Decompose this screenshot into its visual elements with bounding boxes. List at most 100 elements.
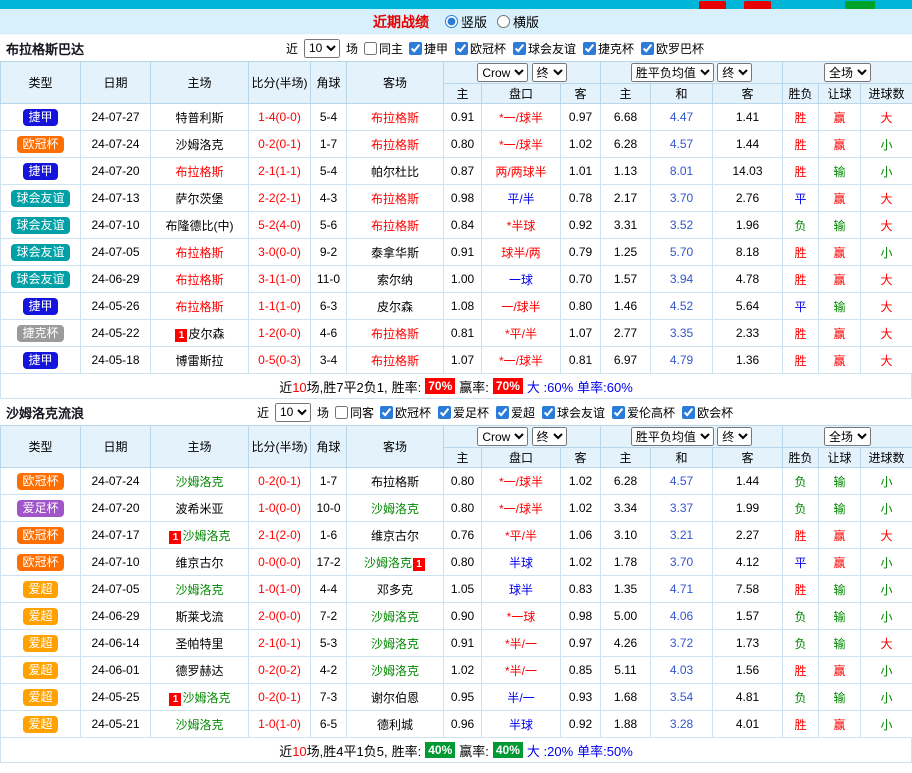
team-link[interactable]: 帕尔杜比 <box>371 165 419 179</box>
league-type-badge[interactable]: 捷甲 <box>23 163 57 180</box>
score[interactable]: 1-0(1-0) <box>249 576 311 603</box>
team-link[interactable]: 布拉格斯 <box>175 165 223 179</box>
team-link[interactable]: 德罗赫达 <box>175 664 223 678</box>
league-filter-checkbox[interactable]: 球会友谊 <box>513 40 576 57</box>
same-side-checkbox[interactable]: 同客 <box>335 404 374 421</box>
team-link[interactable]: 沙姆洛克 <box>364 556 412 570</box>
score[interactable]: 2-1(1-1) <box>249 158 311 185</box>
team-link[interactable]: 布拉格斯 <box>175 273 223 287</box>
league-filter-checkbox[interactable]: 欧冠杯 <box>455 40 506 57</box>
league-type-badge[interactable]: 捷甲 <box>23 298 57 315</box>
league-checkbox-input[interactable] <box>409 42 422 55</box>
avg-odds-select[interactable]: 胜平负均值 <box>631 63 714 82</box>
team-link[interactable]: 沙姆洛克 <box>175 138 223 152</box>
score[interactable]: 3-1(1-0) <box>249 266 311 293</box>
league-filter-checkbox[interactable]: 捷甲 <box>409 40 448 57</box>
score[interactable]: 1-2(0-0) <box>249 320 311 347</box>
team-link[interactable]: 谢尔伯恩 <box>371 691 419 705</box>
score[interactable]: 0-2(0-1) <box>249 684 311 711</box>
team-link[interactable]: 皮尔森 <box>188 327 224 341</box>
score[interactable]: 1-4(0-0) <box>249 104 311 131</box>
league-checkbox-input[interactable] <box>438 406 451 419</box>
team-link[interactable]: 沙姆洛克 <box>371 664 419 678</box>
league-checkbox-input[interactable] <box>682 406 695 419</box>
odds-company-select[interactable]: Crow <box>477 427 528 446</box>
team-link[interactable]: 沙姆洛克 <box>175 583 223 597</box>
league-filter-checkbox[interactable]: 欧罗巴杯 <box>641 40 704 57</box>
team-link[interactable]: 布拉格斯 <box>371 192 419 206</box>
team-link[interactable]: 布拉格斯 <box>175 300 223 314</box>
score[interactable]: 1-0(0-0) <box>249 495 311 522</box>
odds-final-select[interactable]: 终 <box>532 427 567 446</box>
team-link[interactable]: 萨尔茨堡 <box>175 192 223 206</box>
league-checkbox-input[interactable] <box>496 406 509 419</box>
score[interactable]: 3-0(0-0) <box>249 239 311 266</box>
team-link[interactable]: 泰拿华斯 <box>371 246 419 260</box>
league-checkbox-input[interactable] <box>612 406 625 419</box>
team-link[interactable]: 布拉格斯 <box>371 327 419 341</box>
score[interactable]: 0-0(0-0) <box>249 549 311 576</box>
league-type-badge[interactable]: 爱超 <box>23 635 57 652</box>
league-type-badge[interactable]: 爱足杯 <box>17 500 63 517</box>
league-type-badge[interactable]: 欧冠杯 <box>17 136 63 153</box>
score[interactable]: 1-1(1-0) <box>249 293 311 320</box>
team-link[interactable]: 布拉格斯 <box>371 138 419 152</box>
league-filter-checkbox[interactable]: 欧冠杯 <box>380 404 431 421</box>
team-link[interactable]: 博雷斯拉 <box>175 354 223 368</box>
league-checkbox-input[interactable] <box>583 42 596 55</box>
nav-button-1[interactable] <box>699 1 726 9</box>
league-filter-checkbox[interactable]: 欧会杯 <box>682 404 733 421</box>
layout-radio-horizontal[interactable]: 横版 <box>497 12 539 31</box>
league-checkbox-input[interactable] <box>380 406 393 419</box>
team-link[interactable]: 沙姆洛克 <box>175 475 223 489</box>
score[interactable]: 2-1(2-0) <box>249 522 311 549</box>
team-link[interactable]: 邓多克 <box>377 583 413 597</box>
scope-select[interactable]: 全场 <box>824 427 871 446</box>
team-link[interactable]: 布拉格斯 <box>175 246 223 260</box>
same-side-checkbox-input[interactable] <box>335 406 348 419</box>
team-link[interactable]: 布隆德比(中) <box>166 219 234 233</box>
avg-final-select[interactable]: 终 <box>717 427 752 446</box>
team-link[interactable]: 沙姆洛克 <box>182 691 230 705</box>
score[interactable]: 0-2(0-1) <box>249 131 311 158</box>
team-link[interactable]: 维京古尔 <box>175 556 223 570</box>
team-link[interactable]: 布拉格斯 <box>371 354 419 368</box>
league-type-badge[interactable]: 捷甲 <box>23 109 57 126</box>
league-type-badge[interactable]: 捷克杯 <box>17 325 63 342</box>
team-link[interactable]: 沙姆洛克 <box>371 502 419 516</box>
scope-select[interactable]: 全场 <box>824 63 871 82</box>
team-link[interactable]: 圣帕特里 <box>175 637 223 651</box>
league-type-badge[interactable]: 爱超 <box>23 716 57 733</box>
team-link[interactable]: 皮尔森 <box>377 300 413 314</box>
radio-vertical-input[interactable] <box>445 15 458 28</box>
team-link[interactable]: 波希米亚 <box>175 502 223 516</box>
league-type-badge[interactable]: 爱超 <box>23 689 57 706</box>
league-filter-checkbox[interactable]: 爱足杯 <box>438 404 489 421</box>
team-link[interactable]: 维京古尔 <box>371 529 419 543</box>
score[interactable]: 1-0(1-0) <box>249 711 311 738</box>
match-count-select[interactable]: 10 <box>275 403 311 422</box>
team-link[interactable]: 沙姆洛克 <box>371 610 419 624</box>
league-filter-checkbox[interactable]: 球会友谊 <box>542 404 605 421</box>
team-link[interactable]: 布拉格斯 <box>371 475 419 489</box>
team-link[interactable]: 沙姆洛克 <box>182 529 230 543</box>
league-checkbox-input[interactable] <box>455 42 468 55</box>
team-link[interactable]: 斯莱戈流 <box>175 610 223 624</box>
score[interactable]: 0-2(0-1) <box>249 468 311 495</box>
team-link[interactable]: 德利城 <box>377 718 413 732</box>
league-type-badge[interactable]: 捷甲 <box>23 352 57 369</box>
nav-button-3[interactable] <box>845 1 875 9</box>
score[interactable]: 2-1(0-1) <box>249 630 311 657</box>
league-filter-checkbox[interactable]: 爱超 <box>496 404 535 421</box>
team-link[interactable]: 特普利斯 <box>175 111 223 125</box>
team-link[interactable]: 索尔纳 <box>377 273 413 287</box>
league-checkbox-input[interactable] <box>513 42 526 55</box>
score[interactable]: 2-2(2-1) <box>249 185 311 212</box>
league-type-badge[interactable]: 欧冠杯 <box>17 527 63 544</box>
league-type-badge[interactable]: 欧冠杯 <box>17 554 63 571</box>
odds-final-select[interactable]: 终 <box>532 63 567 82</box>
score[interactable]: 0-5(0-3) <box>249 347 311 374</box>
same-side-checkbox-input[interactable] <box>364 42 377 55</box>
league-type-badge[interactable]: 爱超 <box>23 581 57 598</box>
score[interactable]: 0-2(0-2) <box>249 657 311 684</box>
